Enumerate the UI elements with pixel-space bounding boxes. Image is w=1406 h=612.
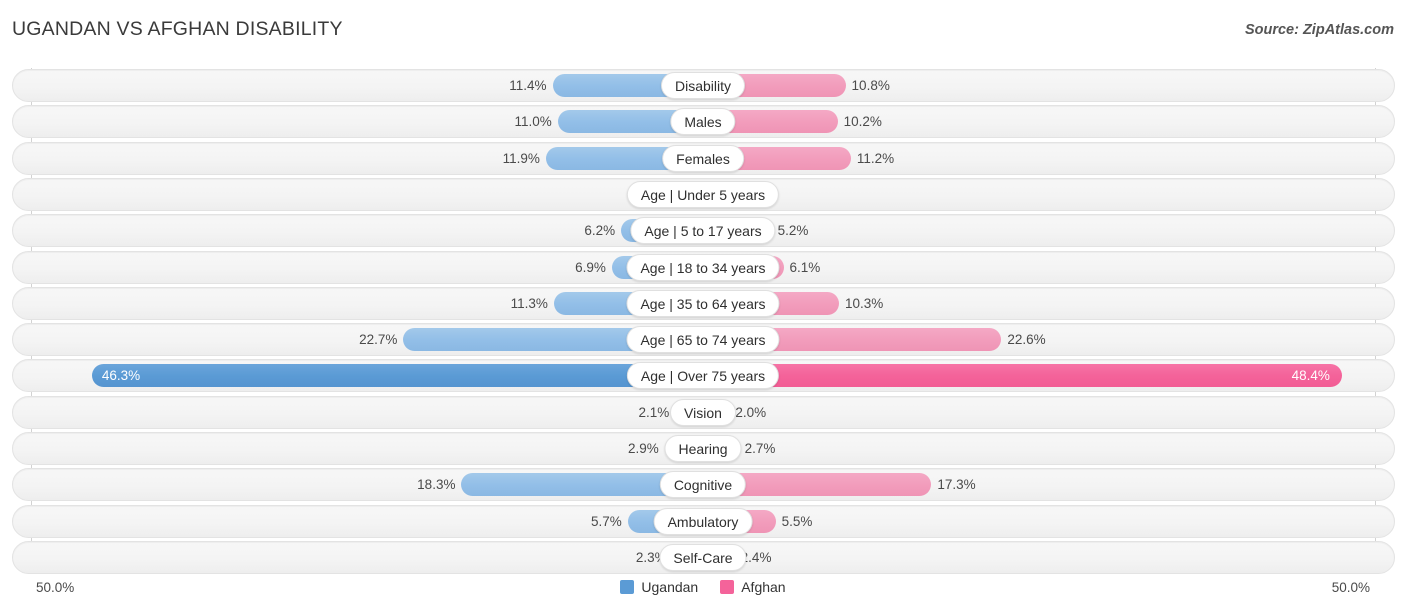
category-label: Cognitive xyxy=(659,471,747,499)
category-label: Age | 65 to 74 years xyxy=(626,326,780,354)
category-label: Age | 5 to 17 years xyxy=(630,217,776,245)
value-label-ugandan: 18.3% xyxy=(417,477,456,493)
value-label-afghan: 2.0% xyxy=(735,404,767,420)
category-label: Age | 18 to 34 years xyxy=(626,253,780,281)
value-label-ugandan: 2.9% xyxy=(627,441,659,456)
bar-afghan xyxy=(703,364,1342,388)
category-label: Hearing xyxy=(664,435,742,462)
value-label-ugandan: 6.2% xyxy=(584,223,616,239)
value-label-ugandan: 46.3% xyxy=(101,368,141,384)
category-label: Females xyxy=(662,144,744,172)
square-swatch-icon xyxy=(720,580,735,594)
chart-row: 2.1% 2.0% Vision xyxy=(12,395,1395,429)
value-label-ugandan: 2.1% xyxy=(638,404,670,420)
category-label: Males xyxy=(670,108,736,136)
chart-row: 46.3% 48.4% Age | Over 75 years xyxy=(12,359,1395,393)
value-label-afghan: 11.2% xyxy=(856,150,895,166)
category-label: Age | Under 5 years xyxy=(626,180,780,208)
chart-row: 2.3% 2.4% Self-Care xyxy=(12,540,1395,574)
chart-row: 1.1%0.94%Age | Under 5 years xyxy=(12,177,1395,211)
value-label-afghan: 22.6% xyxy=(1007,332,1046,348)
value-label-ugandan: 6.9% xyxy=(575,259,606,275)
chart-row: 18.3% 17.3% Cognitive xyxy=(12,468,1395,502)
chart-row: 11.3% 10.3% Age | 35 to 64 years xyxy=(12,286,1395,320)
source-attribution: Source: ZipAtlas.com xyxy=(1244,22,1394,38)
page-title: UGANDAN VS AFGHAN DISABILITY xyxy=(12,18,343,40)
value-label-afghan: 10.8% xyxy=(851,78,890,93)
legend-item-afghan: Afghan xyxy=(720,579,786,595)
chart-row: 11.9% 11.2% Females xyxy=(12,141,1395,175)
legend-label: Ugandan xyxy=(641,579,699,595)
bar-ugandan xyxy=(91,364,703,388)
category-label: Ambulatory xyxy=(653,507,753,535)
category-label: Vision xyxy=(670,398,736,426)
square-swatch-icon xyxy=(620,580,635,594)
category-label: Age | 35 to 64 years xyxy=(626,289,780,317)
plot-area: 11.4% 10.8% Disability 11.0% 10.2% Males 11.9%… xyxy=(12,68,1395,574)
category-label: Self-Care xyxy=(659,543,747,571)
chart-row: 11.4% 10.8% Disability xyxy=(12,69,1395,102)
category-label: Disability xyxy=(660,72,746,99)
value-label-ugandan: 11.4% xyxy=(509,78,547,93)
chart-legend: Ugandan Afghan xyxy=(0,579,1406,595)
value-label-ugandan: 22.7% xyxy=(359,332,398,348)
value-label-ugandan: 5.7% xyxy=(590,513,622,529)
value-label-ugandan: 11.9% xyxy=(502,150,540,166)
value-label-afghan: 10.2% xyxy=(843,114,882,130)
chart-container: UGANDAN VS AFGHAN DISABILITY Source: Zip… xyxy=(0,0,1406,612)
chart-row: 6.2% 5.2% Age | 5 to 17 years xyxy=(12,214,1395,248)
value-label-afghan: 6.1% xyxy=(789,259,821,275)
chart-row: 5.7% 5.5% Ambulatory xyxy=(12,504,1395,538)
chart-row: 6.9% 6.1% Age | 18 to 34 years xyxy=(12,250,1395,284)
chart-row: 2.9% 2.7% Hearing xyxy=(12,432,1395,465)
legend-label: Afghan xyxy=(741,579,786,595)
value-label-ugandan: 11.0% xyxy=(514,114,552,130)
value-label-afghan: 5.2% xyxy=(777,223,809,239)
value-label-afghan: 17.3% xyxy=(937,477,976,493)
category-label: Age | Over 75 years xyxy=(626,362,780,390)
chart-row: 11.0% 10.2% Males xyxy=(12,105,1395,139)
legend-item-ugandan: Ugandan xyxy=(620,579,698,595)
value-label-afghan: 5.5% xyxy=(781,513,813,529)
value-label-afghan: 48.4% xyxy=(1291,368,1330,384)
value-label-afghan: 2.7% xyxy=(744,441,776,456)
chart-row: 22.7% 22.6% Age | 65 to 74 years xyxy=(12,323,1395,357)
value-label-afghan: 10.3% xyxy=(844,295,884,311)
value-label-ugandan: 11.3% xyxy=(510,295,548,311)
